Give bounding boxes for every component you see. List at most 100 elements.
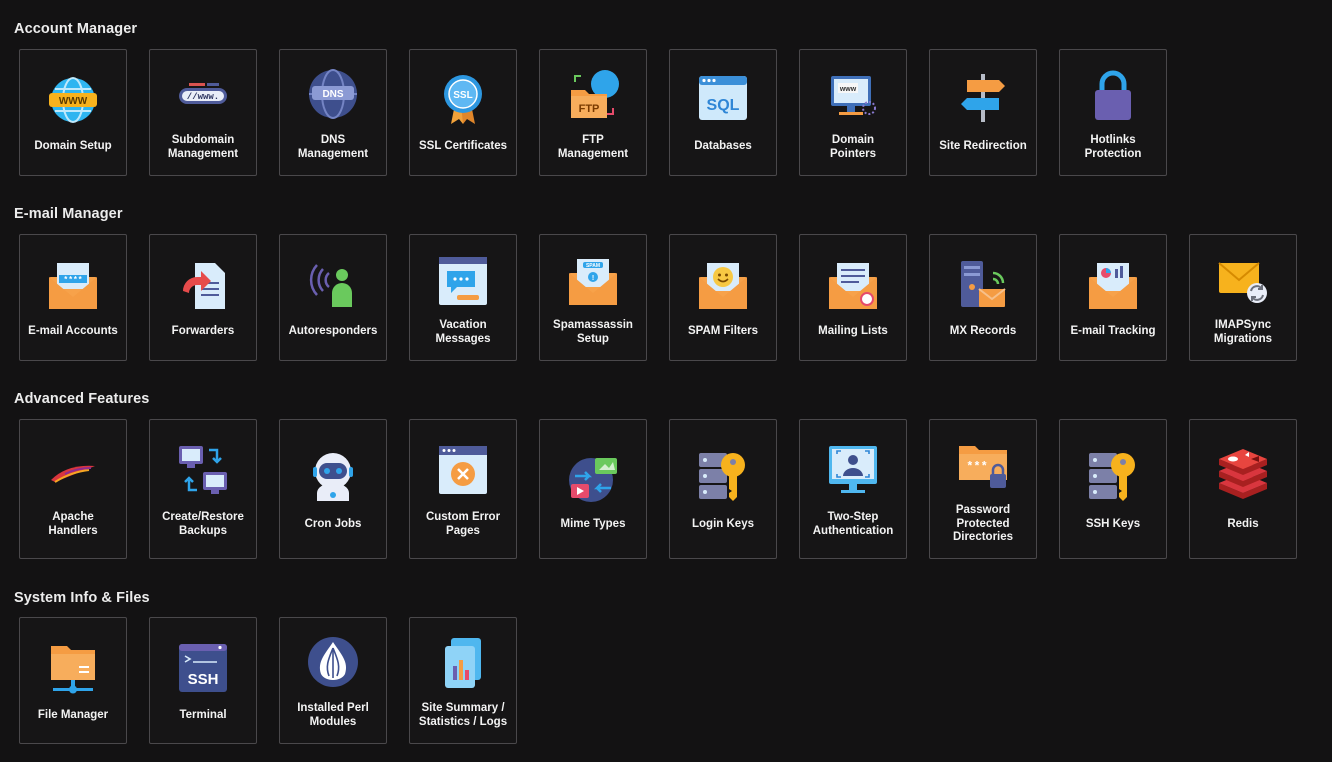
svg-text:SQL: SQL xyxy=(707,97,740,114)
tile-databases[interactable]: SQL Databases xyxy=(669,49,777,176)
tile-label: Site Redirection xyxy=(939,140,1027,152)
svg-text:****: **** xyxy=(63,276,82,285)
tile-label: Hotlinks Protection xyxy=(1084,134,1142,160)
tile-label: Terminal xyxy=(179,709,227,721)
dns-globe-icon: DNS xyxy=(305,68,361,124)
svg-text:SSH: SSH xyxy=(188,671,219,688)
svg-text:WWW: WWW xyxy=(59,96,88,107)
tile-login-keys[interactable]: Login Keys xyxy=(669,419,777,559)
tile-redis[interactable]: Redis xyxy=(1189,419,1297,559)
tile-cron-jobs[interactable]: Cron Jobs xyxy=(279,419,387,559)
tile-email-accounts[interactable]: **** E-mail Accounts xyxy=(19,234,127,361)
tile-hotlinks-protection[interactable]: Hotlinks Protection xyxy=(1059,49,1167,176)
svg-text:!: ! xyxy=(592,275,594,282)
sql-window-icon: SQL xyxy=(695,70,751,126)
tile-label: Subdomain Management xyxy=(167,134,239,160)
tile-label: E-mail Tracking xyxy=(1070,325,1156,337)
tile-domain-pointers[interactable]: www Domain Pointers xyxy=(799,49,907,176)
tile-label: Databases xyxy=(694,140,752,152)
face-scan-monitor-icon xyxy=(825,442,881,498)
mail-password-icon: **** xyxy=(45,257,101,313)
ftp-folder-icon: FTP xyxy=(565,68,621,124)
tile-label: SSH Keys xyxy=(1085,518,1141,530)
tile-autoresponders[interactable]: Autoresponders xyxy=(279,234,387,361)
tile-label: SPAM Filters xyxy=(687,325,759,337)
tile-spam-filters[interactable]: SPAM Filters xyxy=(669,234,777,361)
tile-ssh-keys[interactable]: SSH Keys xyxy=(1059,419,1167,559)
tile-password-protected-directories[interactable]: *** Password Protected Directories xyxy=(929,419,1037,559)
tile-mime-types[interactable]: Mime Types xyxy=(539,419,647,559)
svg-text:DNS: DNS xyxy=(322,89,343,100)
tile-label: Vacation Messages xyxy=(435,319,491,345)
tile-domain-setup[interactable]: WWW Domain Setup xyxy=(19,49,127,176)
svg-text:SSL: SSL xyxy=(453,90,472,101)
ssh-terminal-icon: SSH xyxy=(175,640,231,696)
tile-imapsync-migrations[interactable]: IMAPSync Migrations xyxy=(1189,234,1297,361)
section-title-advanced-features: Advanced Features xyxy=(14,391,150,407)
domain-monitor-icon: www xyxy=(825,68,881,124)
robot-icon xyxy=(305,449,361,505)
tile-label: FTP Management xyxy=(557,134,629,160)
tile-ssl-certificates[interactable]: SSL SSL Certificates xyxy=(409,49,517,176)
tile-label: DNS Management xyxy=(297,134,369,160)
www-bar-icon: //www. xyxy=(175,68,231,124)
tile-label: Site Summary / Statistics / Logs xyxy=(418,702,508,728)
person-broadcast-icon xyxy=(305,257,361,313)
tile-mailing-lists[interactable]: Mailing Lists xyxy=(799,234,907,361)
error-window-icon xyxy=(435,442,491,498)
tile-label: MX Records xyxy=(949,325,1017,337)
ssh-key-icon xyxy=(1085,449,1141,505)
tile-label: Mailing Lists xyxy=(818,325,888,337)
svg-text:***: *** xyxy=(966,460,988,474)
tile-dns-management[interactable]: DNS DNS Management xyxy=(279,49,387,176)
tile-label: Cron Jobs xyxy=(304,518,362,530)
tile-file-manager[interactable]: File Manager xyxy=(19,617,127,744)
tile-terminal[interactable]: SSH Terminal xyxy=(149,617,257,744)
network-folder-icon xyxy=(45,640,101,696)
tile-mx-records[interactable]: MX Records xyxy=(929,234,1037,361)
section-title-system-info-files: System Info & Files xyxy=(14,590,150,606)
tile-label: Domain Setup xyxy=(34,140,112,152)
backup-monitors-icon xyxy=(175,442,231,498)
tile-label: SSL Certificates xyxy=(419,140,507,152)
tile-label: Redis xyxy=(1227,518,1259,530)
mime-globe-icon xyxy=(565,450,621,506)
tile-installed-perl-modules[interactable]: Installed Perl Modules xyxy=(279,617,387,744)
tile-forwarders[interactable]: Forwarders xyxy=(149,234,257,361)
section-title-email-manager: E-mail Manager xyxy=(14,206,123,222)
tile-label: Custom Error Pages xyxy=(425,511,501,537)
tile-spamassassin-setup[interactable]: SPAM! Spamassassin Setup xyxy=(539,234,647,361)
mx-server-icon xyxy=(955,257,1011,313)
mailing-list-icon xyxy=(825,257,881,313)
tile-custom-error-pages[interactable]: Custom Error Pages xyxy=(409,419,517,559)
tile-label: Installed Perl Modules xyxy=(297,702,369,728)
mail-sync-icon xyxy=(1215,253,1271,309)
tile-apache-handlers[interactable]: Apache Handlers xyxy=(19,419,127,559)
section-title-account-manager: Account Manager xyxy=(14,21,138,37)
svg-text:FTP: FTP xyxy=(579,103,600,115)
tile-create-restore-backups[interactable]: Create/Restore Backups xyxy=(149,419,257,559)
locked-folder-icon: *** xyxy=(955,436,1011,492)
tile-label: Create/Restore Backups xyxy=(162,511,244,537)
tile-two-step-authentication[interactable]: Two-Step Authentication xyxy=(799,419,907,559)
tile-subdomain-management[interactable]: //www. Subdomain Management xyxy=(149,49,257,176)
tile-ftp-management[interactable]: FTP FTP Management xyxy=(539,49,647,176)
forward-document-icon xyxy=(175,257,231,313)
padlock-icon xyxy=(1085,68,1141,124)
signpost-icon xyxy=(955,70,1011,126)
svg-text://www.: //www. xyxy=(187,92,219,102)
tile-label: Apache Handlers xyxy=(48,511,98,537)
svg-text:www: www xyxy=(839,86,857,93)
smiley-mail-icon xyxy=(695,257,751,313)
tile-label: Spamassassin Setup xyxy=(553,319,633,345)
tile-vacation-messages[interactable]: Vacation Messages xyxy=(409,234,517,361)
redis-icon xyxy=(1215,447,1271,503)
tile-label: E-mail Accounts xyxy=(28,325,118,337)
tile-label: Forwarders xyxy=(171,325,235,337)
tile-label: Login Keys xyxy=(692,518,754,530)
tile-site-summary-statistics-logs[interactable]: Site Summary / Statistics / Logs xyxy=(409,617,517,744)
tile-label: Password Protected Directories xyxy=(952,504,1014,543)
tile-site-redirection[interactable]: Site Redirection xyxy=(929,49,1037,176)
tile-label: Two-Step Authentication xyxy=(812,511,894,537)
tile-email-tracking[interactable]: E-mail Tracking xyxy=(1059,234,1167,361)
